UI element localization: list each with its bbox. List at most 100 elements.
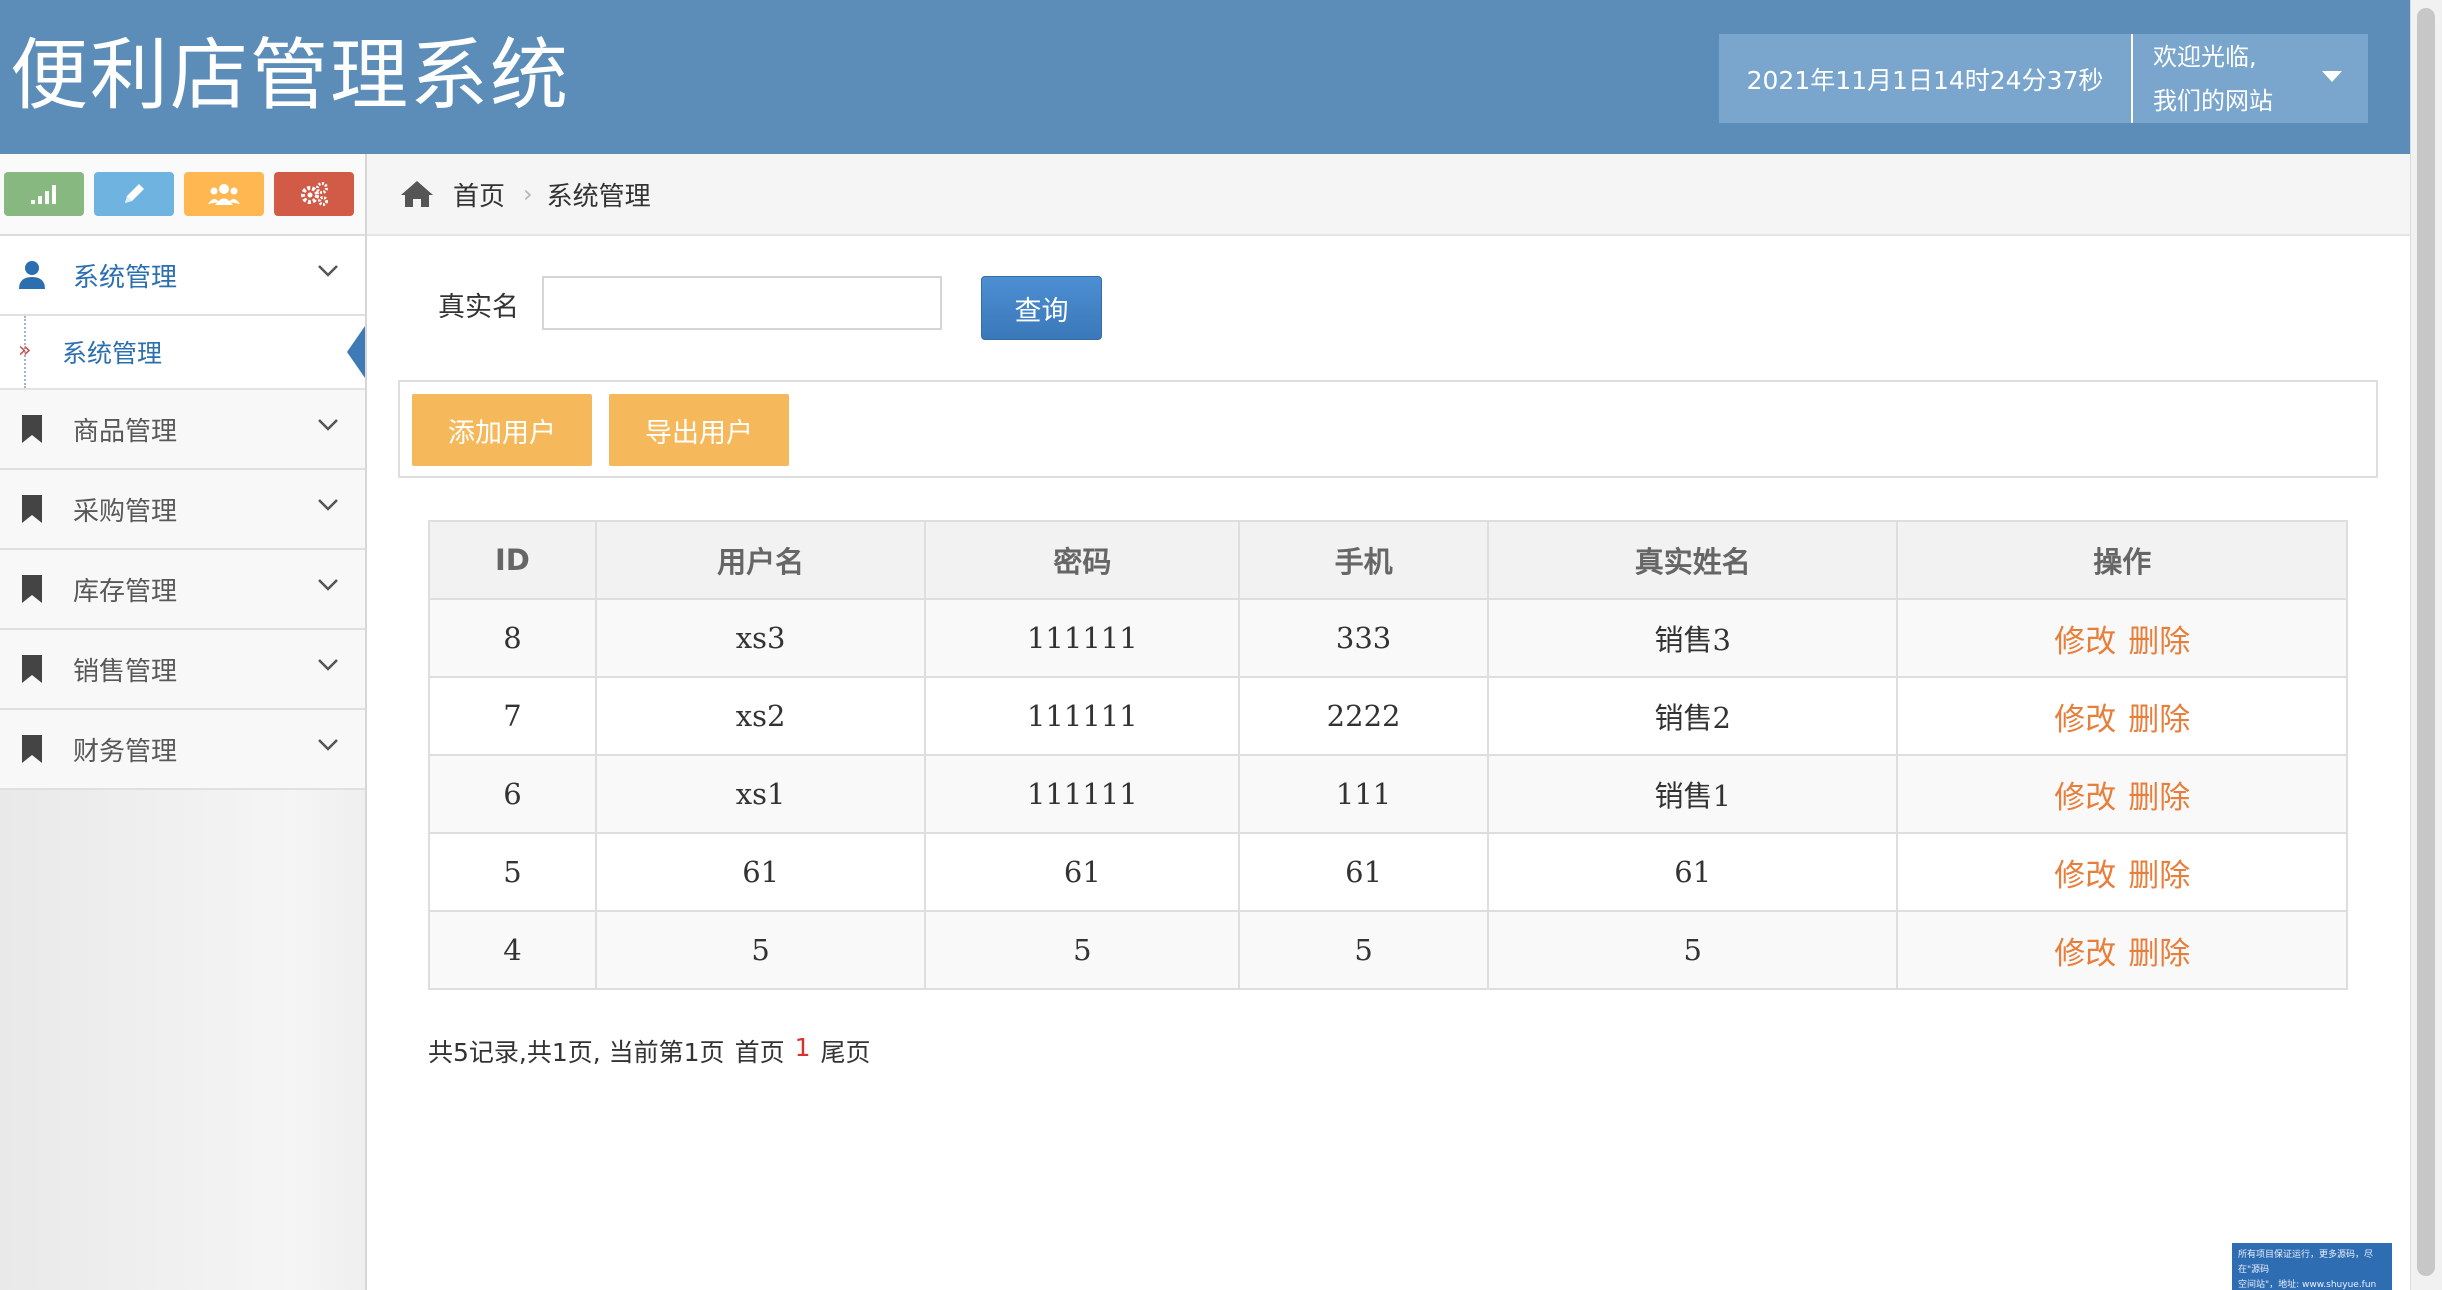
table-header-row: ID 用户名 密码 手机 真实姓名 操作 bbox=[428, 520, 2348, 600]
cell-id: 5 bbox=[428, 832, 597, 912]
sidebar-item-label: 库存管理 bbox=[73, 576, 178, 607]
chevron-down-icon bbox=[317, 263, 339, 282]
caret-down-icon bbox=[2322, 71, 2342, 82]
table-row: 7 xs2 111111 2222 销售2 修改 删除 bbox=[428, 676, 2348, 756]
column-header-phone: 手机 bbox=[1238, 520, 1489, 600]
site-name-text: 我们的网站 bbox=[2153, 86, 2273, 115]
shortcut-pencil-button[interactable] bbox=[94, 172, 174, 216]
chevron-down-icon bbox=[317, 417, 339, 436]
cell-password: 61 bbox=[924, 832, 1241, 912]
delete-link[interactable]: 删除 bbox=[2128, 936, 2190, 972]
source-watermark: 所有项目保证运行，更多源码，尽在"源码 空间站"，地址: www.shuyue.… bbox=[2232, 1243, 2392, 1290]
sidebar-item-inventory[interactable]: 库存管理 bbox=[0, 550, 365, 630]
delete-link[interactable]: 删除 bbox=[2128, 624, 2190, 660]
cell-username: xs1 bbox=[594, 754, 927, 834]
edit-link[interactable]: 修改 bbox=[2054, 702, 2116, 738]
cell-realname: 销售3 bbox=[1486, 598, 1899, 678]
cell-realname: 5 bbox=[1486, 910, 1899, 990]
pagination-summary: 共5记录,共1页, 当前第1页 bbox=[428, 1038, 725, 1067]
column-header-realname: 真实姓名 bbox=[1486, 520, 1899, 600]
sidebar-item-goods[interactable]: 商品管理 bbox=[0, 390, 365, 470]
cell-realname: 销售2 bbox=[1486, 676, 1899, 756]
signal-icon bbox=[31, 185, 56, 204]
chevron-down-icon bbox=[317, 577, 339, 596]
users-table: ID 用户名 密码 手机 真实姓名 操作 8 xs3 111111 333 销售… bbox=[428, 520, 2348, 990]
cell-username: 61 bbox=[594, 832, 927, 912]
sidebar-item-sales[interactable]: 销售管理 bbox=[0, 630, 365, 710]
chevron-down-icon bbox=[317, 737, 339, 756]
sidebar-item-finance[interactable]: 财务管理 bbox=[0, 710, 365, 790]
sidebar-shortcuts bbox=[0, 154, 365, 236]
edit-link[interactable]: 修改 bbox=[2054, 858, 2116, 894]
bookmark-icon bbox=[17, 734, 47, 764]
bookmark-icon bbox=[17, 654, 47, 684]
current-page-link[interactable]: 1 bbox=[795, 1033, 811, 1069]
cell-password: 111111 bbox=[924, 754, 1241, 834]
bookmark-icon bbox=[17, 414, 47, 444]
shortcut-users-button[interactable] bbox=[184, 172, 264, 216]
search-label: 真实名 bbox=[438, 292, 519, 323]
delete-link[interactable]: 删除 bbox=[2128, 780, 2190, 816]
watermark-line-2: 空间站"，地址: www.shuyue.fun bbox=[2238, 1280, 2377, 1290]
breadcrumb-separator-icon: › bbox=[523, 180, 533, 208]
cell-actions: 修改 删除 bbox=[1896, 754, 2348, 834]
double-angle-right-icon: » bbox=[18, 338, 32, 363]
header-info-box: 2021年11月1日14时24分37秒 欢迎光临, 我们的网站 bbox=[1719, 34, 2368, 123]
first-page-link[interactable]: 首页 bbox=[735, 1033, 785, 1069]
shortcut-cogs-button[interactable] bbox=[274, 172, 354, 216]
edit-link[interactable]: 修改 bbox=[2054, 780, 2116, 816]
shortcut-signal-button[interactable] bbox=[4, 172, 84, 216]
sidebar-item-purchase[interactable]: 采购管理 bbox=[0, 470, 365, 550]
app-header: 便利店管理系统 2021年11月1日14时24分37秒 欢迎光临, 我们的网站 bbox=[0, 0, 2410, 154]
column-header-username: 用户名 bbox=[594, 520, 927, 600]
breadcrumb-home-link[interactable]: 首页 bbox=[453, 176, 505, 213]
sidebar-subitem-system[interactable]: » 系统管理 bbox=[0, 316, 365, 390]
cell-phone: 333 bbox=[1238, 598, 1489, 678]
pagination: 共5记录,共1页, 当前第1页 首页 1 尾页 bbox=[428, 1033, 871, 1069]
cell-actions: 修改 删除 bbox=[1896, 910, 2348, 990]
edit-link[interactable]: 修改 bbox=[2054, 936, 2116, 972]
watermark-line-1: 所有项目保证运行，更多源码，尽在"源码 bbox=[2238, 1250, 2374, 1275]
active-pointer-arrow bbox=[347, 326, 365, 378]
sidebar-item-label: 商品管理 bbox=[73, 416, 178, 447]
cell-password: 111111 bbox=[924, 676, 1241, 756]
search-button[interactable]: 查询 bbox=[981, 276, 1102, 340]
cell-actions: 修改 删除 bbox=[1896, 598, 2348, 678]
chevron-down-icon bbox=[317, 497, 339, 516]
bookmark-icon bbox=[17, 494, 47, 524]
sidebar-item-system[interactable]: 系统管理 bbox=[0, 236, 365, 316]
sidebar-item-label: 财务管理 bbox=[73, 736, 178, 767]
cogs-icon bbox=[301, 182, 328, 206]
cell-password: 111111 bbox=[924, 598, 1241, 678]
sidebar: 系统管理 » 系统管理 商品管理 采购管理 库存管理 销售管理 财务管理 bbox=[0, 154, 367, 1290]
action-toolbar: 添加用户 导出用户 bbox=[398, 380, 2378, 478]
cell-username: 5 bbox=[594, 910, 927, 990]
delete-link[interactable]: 删除 bbox=[2128, 702, 2190, 738]
cell-phone: 5 bbox=[1238, 910, 1489, 990]
page-scrollbar[interactable] bbox=[2410, 0, 2442, 1290]
delete-link[interactable]: 删除 bbox=[2128, 858, 2190, 894]
datetime-display: 2021年11月1日14时24分37秒 bbox=[1719, 34, 2133, 123]
last-page-link[interactable]: 尾页 bbox=[820, 1033, 870, 1069]
scrollbar-thumb[interactable] bbox=[2417, 8, 2435, 1276]
cell-actions: 修改 删除 bbox=[1896, 832, 2348, 912]
table-row: 4 5 5 5 5 修改 删除 bbox=[428, 910, 2348, 990]
table-row: 6 xs1 111111 111 销售1 修改 删除 bbox=[428, 754, 2348, 834]
add-user-button[interactable]: 添加用户 bbox=[412, 394, 592, 466]
cell-id: 8 bbox=[428, 598, 597, 678]
cell-phone: 111 bbox=[1238, 754, 1489, 834]
edit-link[interactable]: 修改 bbox=[2054, 624, 2116, 660]
cell-id: 6 bbox=[428, 754, 597, 834]
table-row: 8 xs3 111111 333 销售3 修改 删除 bbox=[428, 598, 2348, 678]
cell-actions: 修改 删除 bbox=[1896, 676, 2348, 756]
export-users-button[interactable]: 导出用户 bbox=[609, 394, 789, 466]
cell-realname: 销售1 bbox=[1486, 754, 1899, 834]
user-menu-dropdown[interactable]: 欢迎光临, 我们的网站 bbox=[2133, 34, 2368, 123]
home-icon[interactable] bbox=[399, 179, 435, 209]
bookmark-icon bbox=[17, 574, 47, 604]
sidebar-subitem-label: 系统管理 bbox=[62, 339, 163, 368]
cell-realname: 61 bbox=[1486, 832, 1899, 912]
cell-id: 4 bbox=[428, 910, 597, 990]
breadcrumb-current: 系统管理 bbox=[546, 181, 651, 212]
real-name-search-input[interactable] bbox=[542, 276, 942, 330]
